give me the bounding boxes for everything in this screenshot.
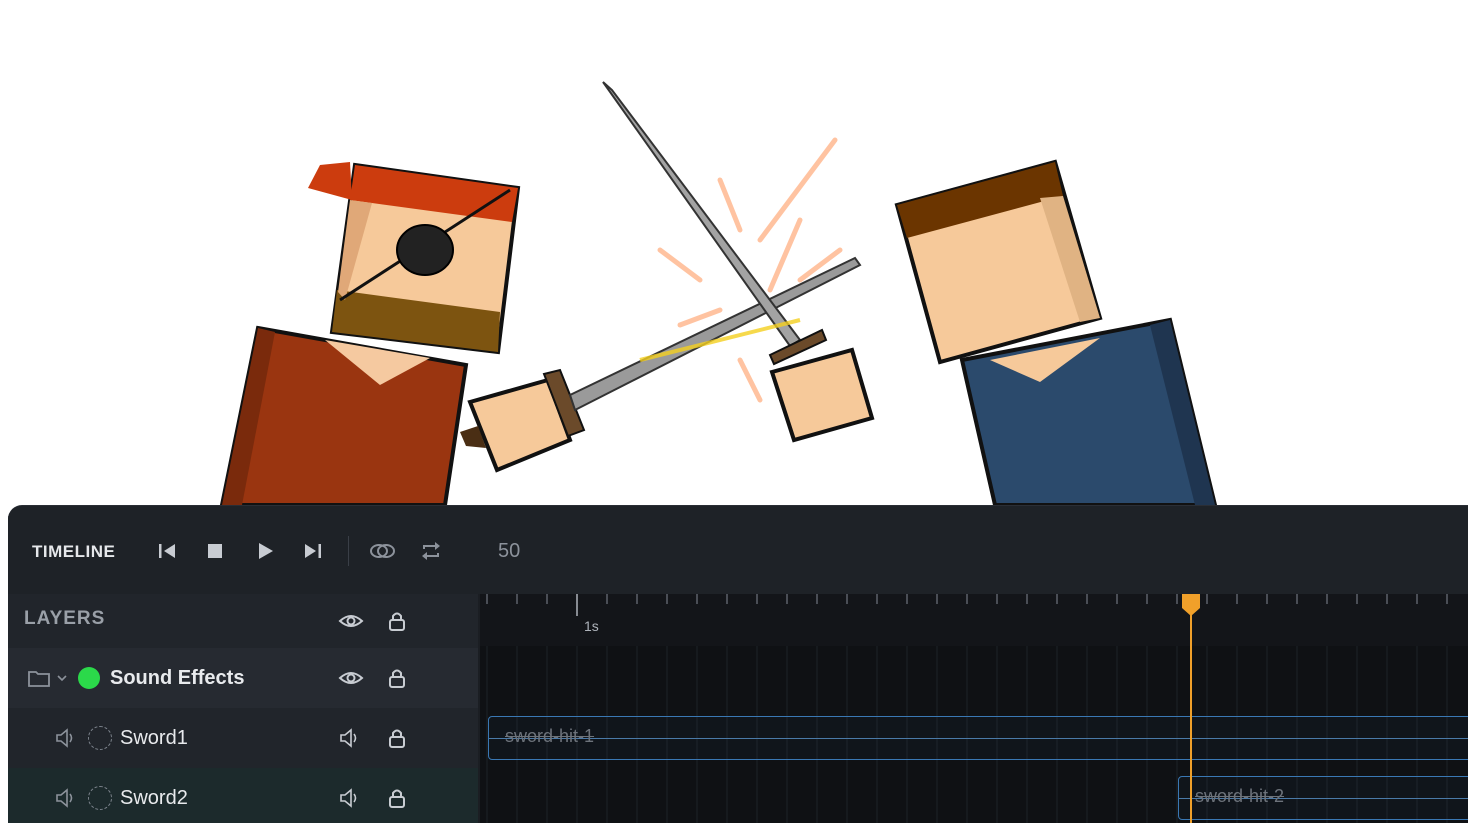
lock-toggle[interactable] [386, 725, 408, 751]
clip-waveform-line [489, 738, 1468, 739]
timeline-title: TIMELINE [32, 542, 116, 561]
speaker-icon[interactable] [54, 727, 78, 749]
toolbar-divider [348, 536, 349, 566]
layer-row-sword1[interactable]: Sword1 [8, 708, 478, 768]
loop-icon [422, 542, 440, 560]
pirate-character [219, 162, 586, 505]
skip-to-end-button[interactable] [298, 536, 328, 566]
status-indicator [88, 786, 112, 810]
onion-skin-button[interactable] [368, 536, 398, 566]
stop-button[interactable] [200, 536, 230, 566]
skip-to-start-icon [159, 544, 175, 558]
timeline-toolbar: TIMELINE 50 [8, 506, 1468, 594]
animation-canvas[interactable] [0, 0, 1468, 505]
mute-toggle[interactable] [338, 727, 362, 749]
loop-button[interactable] [416, 536, 446, 566]
layers-panel: LAYERS Sound Effects Sword1 Sword2 [8, 594, 478, 823]
play-icon [259, 543, 273, 559]
status-indicator [78, 667, 100, 689]
layer-row-sound-effects[interactable]: Sound Effects [8, 648, 478, 708]
clip-sword-hit-1[interactable]: sword-hit-1 [488, 716, 1468, 760]
clip-label: sword-hit-1 [505, 726, 595, 746]
mute-toggle[interactable] [338, 787, 362, 809]
visibility-all-toggle[interactable] [338, 608, 364, 634]
speaker-icon [340, 788, 357, 808]
ruler-ticks [486, 594, 1448, 616]
eye-icon [338, 615, 364, 627]
lock-toggle[interactable] [386, 785, 408, 811]
layer-row-sword2[interactable]: Sword2 [8, 768, 478, 823]
track-sword1[interactable]: sword-hit-1 [480, 708, 1468, 768]
clip-sword-hit-2[interactable]: sword-hit-2 [1178, 776, 1468, 820]
ruler-label-1s: 1s [584, 618, 599, 634]
skip-to-start-button[interactable] [152, 536, 182, 566]
lock-icon [389, 729, 405, 748]
stop-icon [208, 544, 222, 558]
skip-to-end-icon [305, 544, 321, 558]
playhead-line[interactable] [1190, 594, 1192, 823]
layers-title: LAYERS [24, 608, 106, 629]
time-ruler[interactable]: 1s [480, 594, 1468, 646]
visibility-toggle[interactable] [338, 666, 364, 690]
blue-character [894, 159, 1218, 505]
opponent-hand [769, 347, 875, 443]
track-area[interactable]: 1s sword-hit-1 sword-hit-2 [480, 594, 1468, 823]
play-button[interactable] [250, 536, 280, 566]
speaker-icon [340, 728, 357, 748]
scene-illustration [219, 81, 1218, 505]
lock-icon [389, 789, 405, 808]
layer-label: Sword2 [120, 787, 188, 809]
timeline-panel: TIMELINE 50 LAYERS Sound Effects Sword1 … [8, 505, 1468, 823]
layer-label: Sound Effects [110, 667, 245, 689]
lock-all-toggle[interactable] [386, 608, 408, 634]
lock-icon [389, 669, 405, 688]
layer-label: Sword1 [120, 727, 188, 749]
track-sword2[interactable]: sword-hit-2 [480, 768, 1468, 823]
eye-icon [338, 672, 364, 684]
layers-header: LAYERS [8, 594, 478, 646]
lock-toggle[interactable] [386, 665, 408, 691]
onion-skin-icon [370, 544, 395, 558]
clip-label: sword-hit-2 [1195, 786, 1285, 806]
speaker-icon[interactable] [54, 787, 78, 809]
status-indicator [88, 726, 112, 750]
lock-icon [389, 612, 405, 631]
frame-counter[interactable]: 50 [498, 540, 520, 563]
playhead-handle[interactable] [1180, 594, 1202, 616]
chevron-down-icon[interactable] [56, 670, 68, 686]
folder-icon [26, 666, 52, 690]
